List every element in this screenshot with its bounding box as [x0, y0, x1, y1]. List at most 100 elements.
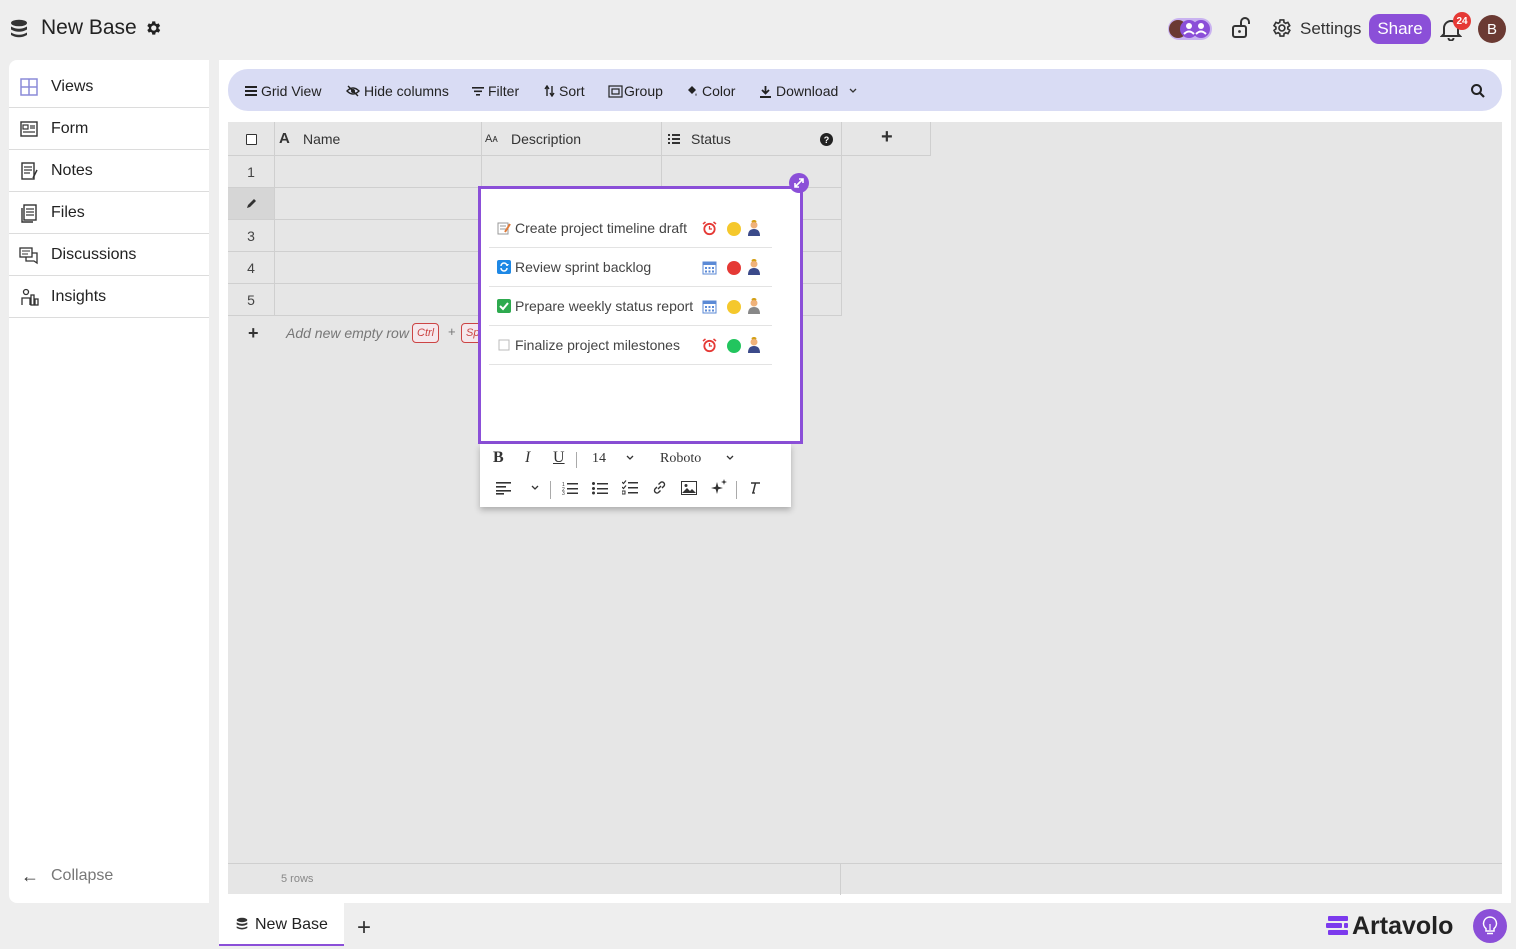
description-cell[interactable] [482, 156, 662, 188]
task-item[interactable]: Finalize project milestones [489, 326, 772, 365]
user-avatar[interactable]: B [1478, 15, 1506, 43]
clear-format-icon[interactable] [748, 481, 762, 495]
sort-icon [544, 85, 555, 97]
add-column-button[interactable]: + [842, 122, 931, 156]
collaborators-avatars[interactable] [1167, 17, 1213, 41]
column-header-description[interactable]: Aᴀ Description [482, 122, 662, 156]
shortcut-plus: + [448, 324, 456, 339]
main-panel: Grid View Hide columns Filter Sort Group… [219, 60, 1511, 903]
base-title[interactable]: New Base [41, 16, 137, 40]
description-editor-popup[interactable]: Create project timeline draft Review spr… [478, 186, 803, 444]
settings-link[interactable]: Settings [1300, 19, 1361, 39]
sidebar-item-label: Views [51, 78, 94, 95]
sidebar-item-label: Notes [51, 162, 93, 179]
priority-dot [727, 222, 741, 236]
row-count: 5 rows [281, 873, 314, 885]
paint-bucket-icon [688, 86, 697, 96]
bullet-list-icon[interactable] [592, 481, 608, 495]
checklist-icon[interactable] [622, 480, 638, 495]
align-left-icon[interactable] [496, 481, 512, 495]
sidebar-item-discussions[interactable]: Discussions [9, 234, 209, 276]
task-item[interactable]: Create project timeline draft [489, 209, 772, 248]
sidebar-item-files[interactable]: Files [9, 192, 209, 234]
sidebar-item-form[interactable]: Form [9, 108, 209, 150]
font-size-select[interactable]: 14 [592, 451, 606, 467]
collapse-sidebar-button[interactable]: ← Collapse [21, 864, 201, 888]
task-text: Prepare weekly status report [515, 298, 694, 314]
notification-count-badge: 24 [1453, 12, 1471, 30]
status-cell[interactable] [662, 156, 842, 188]
name-cell[interactable] [275, 188, 482, 220]
font-family-select[interactable]: Roboto [660, 451, 701, 467]
add-row-label: Add new empty row [286, 325, 409, 341]
download-button[interactable]: Download [759, 81, 862, 101]
row-number: 5 [228, 284, 275, 316]
tab-new-base[interactable]: New Base [219, 903, 344, 946]
lightbulb-help-button[interactable] [1473, 909, 1507, 943]
base-settings-gear-icon[interactable] [144, 19, 162, 37]
row-edit-handle[interactable] [228, 188, 275, 220]
task-text: Review sprint backlog [515, 259, 652, 275]
footer-divider [840, 864, 841, 895]
top-bar: New Base Settings Share 24 B [0, 0, 1516, 56]
task-text: Finalize project milestones [515, 337, 680, 353]
ordered-list-icon[interactable]: 123 [562, 481, 578, 495]
row-number: 3 [228, 220, 275, 252]
sidebar-item-label: Discussions [51, 246, 137, 263]
bottom-tab-bar: New Base + Artavolo [219, 903, 1516, 949]
artavolo-logo-icon [1326, 916, 1348, 935]
name-cell[interactable] [275, 220, 482, 252]
name-cell[interactable] [275, 156, 482, 188]
task-item[interactable]: Prepare weekly status report [489, 287, 772, 326]
expand-arrows-icon [794, 178, 804, 188]
expand-editor-button[interactable] [789, 173, 809, 193]
group-icon [608, 84, 623, 98]
link-icon[interactable] [652, 480, 667, 495]
sidebar-item-insights[interactable]: Insights [9, 276, 209, 318]
help-icon[interactable]: ? [820, 133, 833, 146]
name-cell[interactable] [275, 252, 482, 284]
unlock-icon[interactable] [1231, 17, 1251, 39]
plus-icon: + [248, 323, 259, 343]
chevron-down-icon[interactable] [530, 484, 540, 492]
grid-icon [20, 78, 38, 96]
sort-button[interactable]: Sort [544, 81, 585, 101]
group-button[interactable]: Group [608, 81, 663, 101]
ai-sparkle-icon[interactable] [711, 479, 727, 495]
form-icon [20, 121, 38, 137]
search-icon[interactable] [1470, 83, 1486, 99]
select-all-header[interactable] [228, 122, 275, 156]
image-icon[interactable] [681, 481, 697, 495]
italic-button[interactable]: I [525, 449, 530, 467]
bold-button[interactable]: B [493, 449, 504, 467]
eye-slash-icon [346, 85, 360, 97]
add-tab-button[interactable]: + [357, 914, 371, 942]
chevron-down-icon[interactable] [625, 454, 635, 462]
select-all-checkbox[interactable] [246, 134, 257, 145]
grid-view-button[interactable]: Grid View [245, 81, 321, 101]
person-icon [748, 337, 760, 353]
share-button[interactable]: Share [1369, 14, 1431, 44]
tab-label: New Base [255, 916, 328, 933]
chevron-down-icon[interactable] [725, 454, 735, 462]
hide-columns-button[interactable]: Hide columns [346, 81, 449, 101]
format-toolbar: B I U 14 Roboto 123 [480, 444, 791, 507]
underline-button[interactable]: U [553, 449, 565, 467]
checkbox-checked-icon [497, 299, 511, 313]
settings-gear-icon[interactable] [1270, 17, 1292, 39]
task-item[interactable]: Review sprint backlog [489, 248, 772, 287]
sidebar-item-label: Insights [51, 288, 107, 305]
sidebar-item-views[interactable]: Views [9, 66, 209, 108]
hide-columns-label: Hide columns [364, 83, 449, 99]
column-header-name[interactable]: A Name [275, 122, 482, 156]
row-number: 1 [228, 156, 275, 188]
priority-dot [727, 261, 741, 275]
color-button[interactable]: Color [686, 81, 735, 101]
filter-button[interactable]: Filter [472, 81, 519, 101]
group-label: Group [624, 83, 663, 99]
sidebar-item-notes[interactable]: Notes [9, 150, 209, 192]
list-type-icon [668, 134, 680, 144]
table-row[interactable]: 1 [228, 156, 842, 188]
column-header-status[interactable]: Status ? [662, 122, 842, 156]
name-cell[interactable] [275, 284, 482, 316]
